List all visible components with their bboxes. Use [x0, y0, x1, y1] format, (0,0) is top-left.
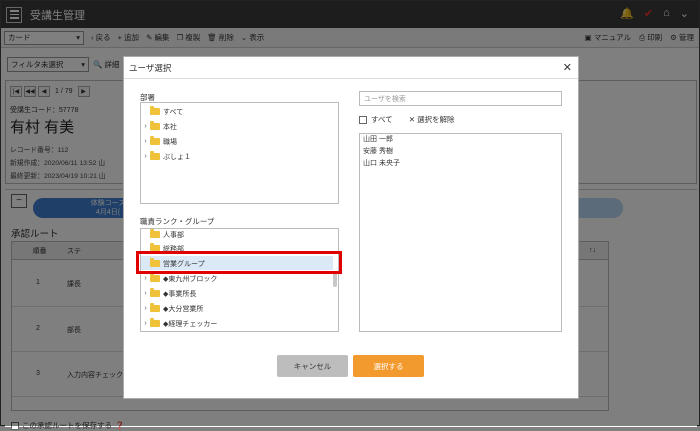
list-item[interactable]: 山田 一郎 — [360, 134, 561, 146]
folder-icon — [150, 151, 160, 160]
clear-selection-label: 選択を解除 — [417, 115, 455, 124]
select-all-checkbox[interactable] — [359, 115, 367, 124]
folder-icon — [150, 273, 160, 282]
tree-item-busho1[interactable]: › ぶしょ１ — [141, 150, 191, 163]
folder-icon — [150, 229, 160, 238]
tree-item-shokuba[interactable]: › 職場 — [141, 135, 177, 148]
group-item-label: 人事部 — [163, 231, 184, 239]
user-list: 山田 一郎 安藤 秀樹 山口 未央子 — [359, 133, 562, 332]
chevron-right-icon[interactable]: › — [141, 153, 150, 160]
tree-item-all[interactable]: すべて — [141, 105, 183, 118]
chevron-right-icon[interactable]: › — [141, 305, 150, 312]
dept-tree: すべて › 本社 › 職場 › ぶしょ１ — [140, 102, 339, 204]
close-icon[interactable]: ✕ — [563, 61, 572, 74]
dialog-title: ユーザ選択 — [129, 62, 172, 73]
clear-selection-button[interactable]: ✕ 選択を解除 — [409, 114, 455, 125]
group-item[interactable]: › ◆経理チェッカー — [141, 317, 217, 330]
tree-item-label: ぶしょ１ — [163, 153, 191, 161]
group-tree: 人事部 総務部 営業グループ › ◆東九州ブロック › ◆事業所長 › ◆大分営業所 … — [140, 228, 339, 332]
user-select-dialog: ユーザ選択 ✕ 部署 すべて › 本社 › 職場 › ぶしょ１ 職責ランク・グループ … — [123, 56, 579, 399]
group-label: 職責ランク・グループ — [140, 217, 215, 226]
group-item-label: ◆経理チェッカー — [163, 320, 218, 328]
user-search-input[interactable]: ユーザを検索 — [359, 91, 562, 106]
chevron-right-icon[interactable]: › — [141, 290, 150, 297]
chevron-right-icon[interactable]: › — [141, 320, 150, 327]
folder-icon — [150, 106, 160, 115]
chevron-right-icon[interactable]: › — [141, 275, 150, 282]
folder-icon — [150, 288, 160, 297]
chevron-right-icon[interactable]: › — [141, 138, 150, 145]
group-item[interactable]: › ◆大分営業所 — [141, 302, 203, 315]
folder-icon — [150, 136, 160, 145]
tree-item-label: 本社 — [163, 123, 177, 131]
list-options: すべて ✕ 選択を解除 — [359, 114, 455, 125]
group-item-label: ◆事業所長 — [163, 290, 197, 298]
group-item[interactable]: › ◆事業所長 — [141, 287, 196, 300]
group-item-label: ◆東九州ブロック — [163, 275, 218, 283]
list-item[interactable]: 山口 未央子 — [360, 158, 561, 170]
highlight-box — [136, 251, 342, 274]
group-item-label: ◆大分営業所 — [163, 305, 204, 313]
cancel-button[interactable]: キャンセル — [277, 355, 348, 377]
folder-icon — [150, 303, 160, 312]
tree-item-label: すべて — [163, 108, 184, 116]
tree-item-label: 職場 — [163, 138, 177, 146]
folder-icon — [150, 318, 160, 327]
select-all-label: すべて — [371, 115, 393, 124]
chevron-right-icon[interactable]: › — [141, 123, 150, 130]
tree-item-honsha[interactable]: › 本社 — [141, 120, 177, 133]
list-item[interactable]: 安藤 秀樹 — [360, 146, 561, 158]
select-button[interactable]: 選択する — [353, 355, 424, 377]
group-item[interactable]: 人事部 — [141, 229, 184, 241]
folder-icon — [150, 121, 160, 130]
dialog-title-bar: ユーザ選択 ✕ — [124, 57, 578, 79]
